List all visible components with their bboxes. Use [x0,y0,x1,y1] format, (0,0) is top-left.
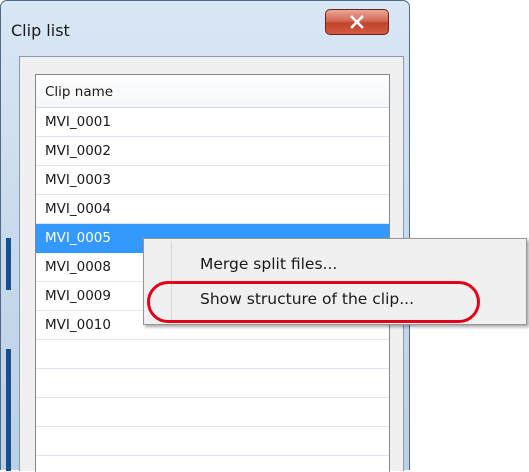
list-item[interactable]: MVI_0001 [36,108,389,137]
list-item[interactable]: MVI_0002 [36,137,389,166]
window-title: Clip list [11,21,70,40]
close-icon [350,15,364,29]
column-header-clip-name[interactable]: Clip name [36,75,389,108]
list-item[interactable]: MVI_0004 [36,195,389,224]
window-edge-highlight [6,238,11,290]
highlight-annotation-ring [147,281,480,323]
empty-row [36,369,389,398]
close-button[interactable] [325,9,389,35]
list-item[interactable]: MVI_0003 [36,166,389,195]
window-edge-highlight [6,349,11,471]
empty-row [36,427,389,456]
empty-row [36,398,389,427]
empty-row [36,340,389,369]
menu-item-merge-split-files[interactable]: Merge split files... [200,255,337,273]
clip-list-window: Clip list Clip name MVI_0001 MVI_0002 MV… [0,0,410,472]
